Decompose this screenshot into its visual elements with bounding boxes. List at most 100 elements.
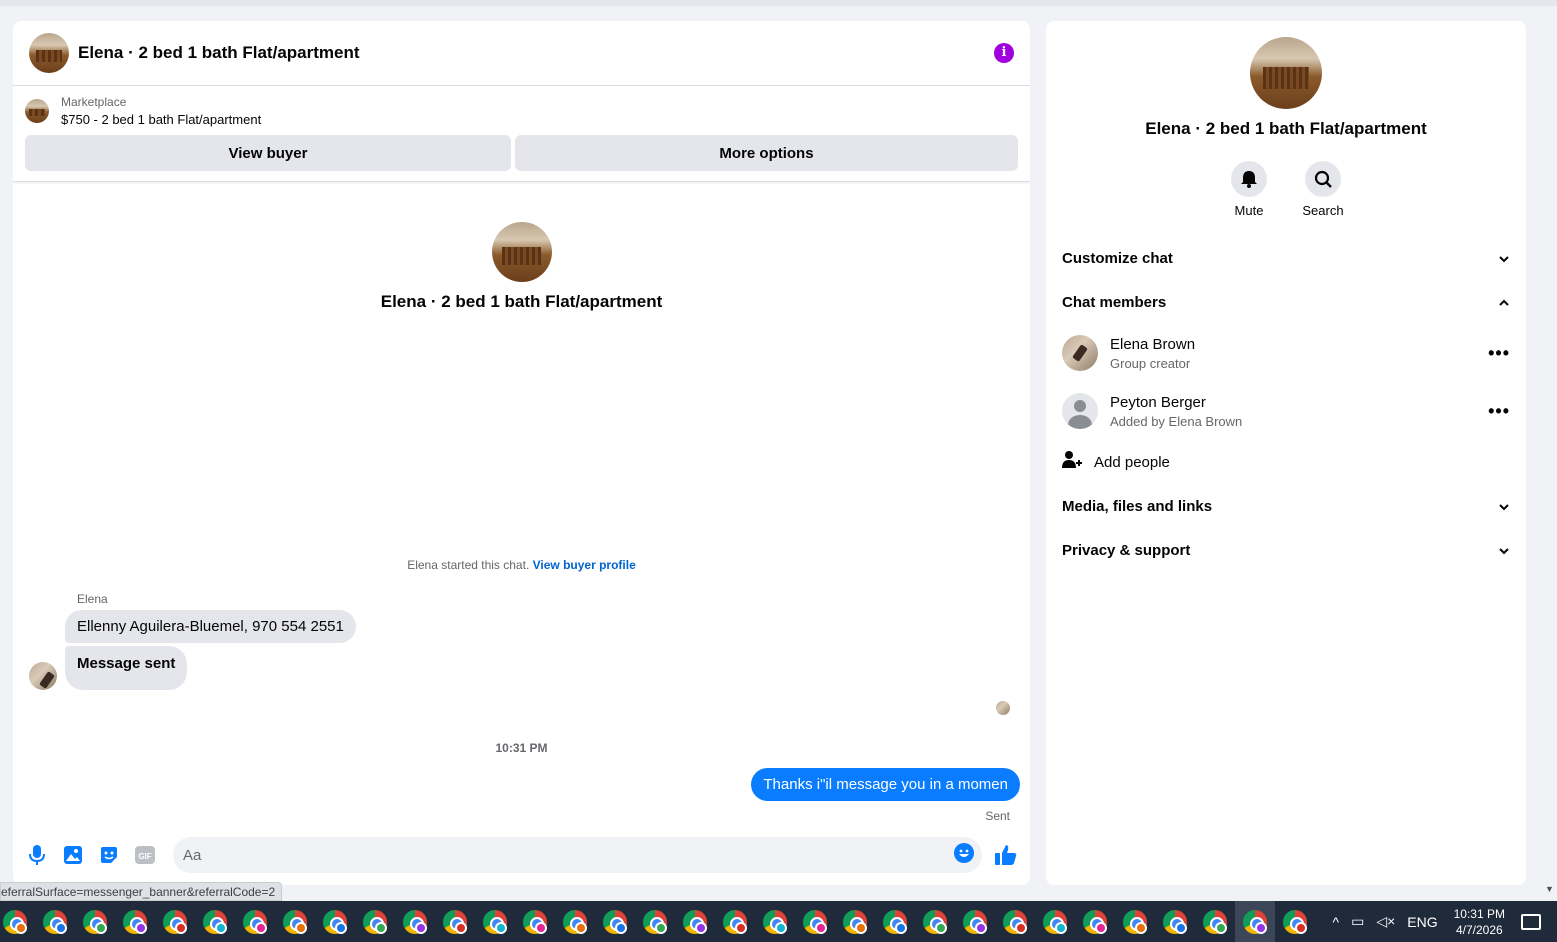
thumbs-up-icon[interactable]: [992, 841, 1020, 869]
status-bar-url: eferralSurface=messenger_banner&referral…: [0, 882, 283, 901]
mute-button[interactable]: Mute: [1229, 161, 1269, 218]
chrome-profile-icon[interactable]: [595, 901, 635, 942]
timestamp-divider: 10:31 PM: [495, 741, 548, 755]
chrome-profile-icon[interactable]: [675, 901, 715, 942]
chrome-profile-icon[interactable]: [1075, 901, 1115, 942]
privacy-support-section[interactable]: Privacy & support: [1046, 528, 1526, 572]
chat-header: Elena · 2 bed 1 bath Flat/apartment i: [13, 21, 1030, 86]
browser-top-strip: [0, 0, 1557, 6]
search-label: Search: [1302, 203, 1344, 218]
volume-muted-icon[interactable]: ◁×: [1376, 913, 1395, 930]
chrome-profile-icon[interactable]: [715, 901, 755, 942]
chevron-up-icon: [1498, 294, 1510, 311]
bell-icon: [1231, 161, 1267, 197]
listing-thumbnail[interactable]: [25, 99, 49, 123]
chevron-up-icon[interactable]: ^: [1333, 914, 1340, 930]
notification-icon[interactable]: [1521, 913, 1541, 930]
media-files-links-section[interactable]: Media, files and links: [1046, 484, 1526, 528]
chrome-profile-icon[interactable]: [995, 901, 1035, 942]
info-avatar[interactable]: [1250, 37, 1322, 109]
chrome-profile-icon[interactable]: [395, 901, 435, 942]
incoming-message[interactable]: Ellenny Aguilera-Bluemel, 970 554 2551: [65, 610, 356, 643]
marketplace-banner: Marketplace $750 - 2 bed 1 bath Flat/apa…: [13, 86, 1030, 182]
member-avatar[interactable]: [1062, 335, 1098, 371]
view-buyer-button[interactable]: View buyer: [25, 135, 511, 171]
chevron-down-icon: [1498, 498, 1510, 515]
chevron-down-icon: [1498, 250, 1510, 267]
emoji-icon[interactable]: [954, 842, 974, 868]
scrollbar-down-arrow-icon[interactable]: ▼: [1545, 884, 1554, 894]
chrome-profile-icon[interactable]: [475, 901, 515, 942]
network-icon[interactable]: ▭: [1351, 913, 1364, 930]
listing-title[interactable]: $750 - 2 bed 1 bath Flat/apartment: [61, 112, 261, 127]
chrome-profile-icon[interactable]: [1115, 901, 1155, 942]
chrome-profile-icon[interactable]: [435, 901, 475, 942]
clock-time: 10:31 PM: [1453, 906, 1505, 921]
chrome-profile-icon[interactable]: [915, 901, 955, 942]
thread-hero-avatar: [491, 222, 552, 282]
privacy-support-label: Privacy & support: [1062, 541, 1191, 559]
incoming-message[interactable]: Message sent: [65, 646, 188, 690]
sticker-icon[interactable]: [97, 843, 121, 867]
chrome-profile-icon[interactable]: [635, 901, 675, 942]
add-people-button[interactable]: Add people: [1046, 440, 1526, 484]
chrome-profile-icon[interactable]: [1195, 901, 1235, 942]
chrome-profile-icon[interactable]: [515, 901, 555, 942]
sender-avatar[interactable]: [29, 662, 57, 690]
member-name: Elena Brown: [1110, 335, 1196, 353]
chevron-down-icon: [1498, 542, 1510, 559]
chrome-profile-icon[interactable]: [1155, 901, 1195, 942]
conversation-info-panel: Elena · 2 bed 1 bath Flat/apartment Mute…: [1046, 21, 1526, 885]
chrome-profile-icon[interactable]: [75, 901, 115, 942]
microphone-icon[interactable]: [25, 843, 49, 867]
taskbar: ^ ▭ ◁× ENG 10:31 PM 4/7/2026: [0, 901, 1557, 942]
language-indicator[interactable]: ENG: [1407, 914, 1437, 930]
composer: GIF: [13, 825, 1030, 885]
member-avatar[interactable]: [1062, 393, 1098, 429]
chrome-profile-icon[interactable]: [0, 901, 35, 942]
message-input[interactable]: [183, 846, 954, 864]
chrome-profile-icon[interactable]: [955, 901, 995, 942]
chrome-profile-icon[interactable]: [875, 901, 915, 942]
photo-icon[interactable]: [61, 843, 85, 867]
chrome-profile-icon[interactable]: [835, 901, 875, 942]
view-buyer-profile-link[interactable]: View buyer profile: [533, 558, 636, 572]
chat-avatar[interactable]: [29, 33, 69, 73]
clock[interactable]: 10:31 PM 4/7/2026: [1454, 906, 1505, 938]
chrome-profile-icon[interactable]: [795, 901, 835, 942]
chrome-profile-icon[interactable]: [315, 901, 355, 942]
member-row[interactable]: Elena Brown Group creator •••: [1046, 324, 1526, 382]
info-title: Elena · 2 bed 1 bath Flat/apartment: [1145, 119, 1427, 138]
chrome-profile-icon[interactable]: [555, 901, 595, 942]
member-name: Peyton Berger: [1110, 393, 1206, 411]
chrome-profile-icon[interactable]: [115, 901, 155, 942]
chrome-profile-icon[interactable]: [1235, 901, 1275, 942]
chrome-profile-icon[interactable]: [195, 901, 235, 942]
info-icon[interactable]: i: [994, 43, 1014, 63]
chrome-profile-icon[interactable]: [1035, 901, 1075, 942]
more-options-icon[interactable]: •••: [1488, 343, 1510, 364]
chrome-profile-icon[interactable]: [155, 901, 195, 942]
chrome-profile-icon[interactable]: [755, 901, 795, 942]
customize-chat-section[interactable]: Customize chat: [1046, 236, 1526, 280]
chat-title[interactable]: Elena · 2 bed 1 bath Flat/apartment: [78, 43, 994, 63]
member-row[interactable]: Peyton Berger Added by Elena Brown •••: [1046, 382, 1526, 440]
read-receipt-avatar: [996, 701, 1010, 715]
clock-date: 4/7/2026: [1455, 922, 1503, 937]
gif-icon[interactable]: GIF: [133, 843, 157, 867]
outgoing-message[interactable]: Thanks i"il message you in a momen: [751, 768, 1020, 801]
gif-label: GIF: [138, 852, 151, 861]
more-options-button[interactable]: More options: [515, 135, 1018, 171]
search-button[interactable]: Search: [1302, 161, 1344, 218]
system-tray: ^ ▭ ◁× ENG 10:31 PM 4/7/2026: [1327, 906, 1557, 938]
chrome-profile-icon[interactable]: [35, 901, 75, 942]
taskbar-app-icons: [0, 901, 1315, 942]
sent-status: Sent: [985, 809, 1010, 823]
more-options-icon[interactable]: •••: [1488, 401, 1510, 422]
chrome-profile-icon[interactable]: [275, 901, 315, 942]
chrome-profile-icon[interactable]: [235, 901, 275, 942]
message-thread: Elena · 2 bed 1 bath Flat/apartment Elen…: [13, 182, 1030, 832]
chat-members-section[interactable]: Chat members: [1046, 280, 1526, 324]
chrome-profile-icon[interactable]: [1275, 901, 1315, 942]
chrome-profile-icon[interactable]: [355, 901, 395, 942]
